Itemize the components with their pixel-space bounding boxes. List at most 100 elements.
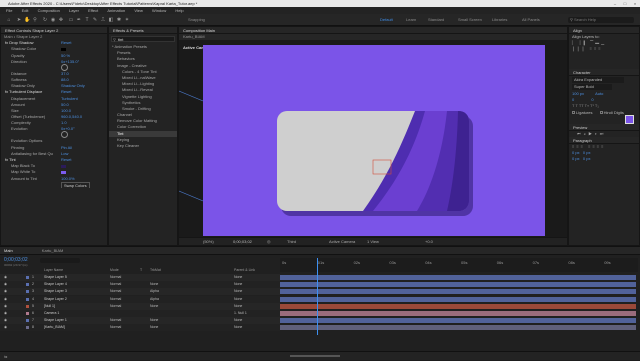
menu-layer[interactable]: Layer bbox=[69, 8, 79, 13]
brush-tool-icon[interactable]: ✎ bbox=[92, 17, 98, 23]
font-family-dropdown[interactable]: Akira Expanded bbox=[572, 76, 624, 83]
timeline-search-input[interactable] bbox=[40, 258, 80, 263]
camera-snapshot-icon[interactable]: ◎ bbox=[267, 238, 271, 246]
layer-row[interactable]: ◉ 6 Camera 1 1. Null 1 bbox=[0, 310, 280, 317]
layer-trkmat[interactable]: None bbox=[150, 324, 158, 331]
label-color[interactable] bbox=[26, 312, 29, 315]
playback-controls[interactable]: ⏮◂▶▸⏭ bbox=[569, 131, 639, 137]
layer-mode[interactable]: Normal bbox=[110, 303, 121, 310]
menu-view[interactable]: View bbox=[134, 8, 143, 13]
layer-parent[interactable]: None bbox=[234, 317, 242, 324]
ligatures-row[interactable]: Ligatures Hindi Digits bbox=[569, 110, 639, 116]
zoom-dropdown[interactable]: (50%) bbox=[203, 238, 214, 246]
rectangle-tool-icon[interactable]: ▭ bbox=[68, 17, 74, 23]
menu-animation[interactable]: Animation bbox=[107, 8, 125, 13]
layer-name[interactable]: Shape Layer 1 bbox=[44, 317, 67, 324]
layer-duration-bar[interactable] bbox=[280, 318, 636, 324]
maximize-icon[interactable]: □ bbox=[620, 0, 630, 7]
comp-canvas[interactable] bbox=[203, 45, 545, 236]
layer-trkmat[interactable]: None bbox=[150, 281, 158, 288]
layer-name[interactable]: Shape Layer 4 bbox=[44, 281, 67, 288]
stamp-tool-icon[interactable]: ⎍ bbox=[100, 17, 106, 23]
roto-tool-icon[interactable]: ✱ bbox=[116, 17, 122, 23]
zoom-slider[interactable] bbox=[290, 355, 340, 357]
layer-mode[interactable]: Normal bbox=[110, 281, 121, 288]
search-help-input[interactable]: Search Help bbox=[568, 17, 634, 23]
effect-row-value[interactable]: 0x+135.0° bbox=[61, 59, 79, 65]
color-swatch[interactable] bbox=[61, 164, 66, 168]
font-style-dropdown[interactable]: Super Bold bbox=[572, 83, 612, 90]
layer-name[interactable]: [Null 1] bbox=[44, 303, 55, 310]
composition-subtab[interactable]: Kartu_BIAM bbox=[179, 34, 567, 40]
ligatures-checkbox[interactable] bbox=[572, 110, 575, 114]
time-ruler[interactable]: 0s 01s 02s 03s 04s 05s 06s 07s 08s 09s bbox=[280, 258, 638, 272]
space-values[interactable]: 0 px 0 px bbox=[569, 156, 639, 162]
type-tool-icon[interactable]: T bbox=[84, 17, 90, 23]
effect-row[interactable]: Direction 0x+135.0° bbox=[1, 59, 107, 71]
menu-edit[interactable]: Edit bbox=[22, 8, 29, 13]
preview-panel-title[interactable]: Preview bbox=[569, 123, 639, 131]
visibility-icon[interactable]: ◉ bbox=[4, 274, 7, 281]
label-color[interactable] bbox=[26, 297, 29, 301]
camera-dropdown[interactable]: Active Camera bbox=[329, 238, 355, 246]
playhead[interactable] bbox=[316, 258, 318, 335]
workspace-small-screen[interactable]: Small Screen bbox=[458, 17, 482, 23]
preset-item[interactable]: Key Cleaner bbox=[109, 143, 177, 149]
workspace-all-panels[interactable]: All Panels bbox=[522, 17, 540, 23]
label-color[interactable] bbox=[26, 326, 29, 330]
col-mode[interactable]: Mode bbox=[110, 268, 119, 273]
home-icon[interactable]: ⌂ bbox=[6, 17, 12, 23]
layer-row[interactable]: ◉ 2 Shape Layer 4 Normal None None bbox=[0, 281, 280, 289]
layer-duration-bar[interactable] bbox=[280, 275, 636, 280]
visibility-icon[interactable]: ◉ bbox=[4, 310, 7, 317]
menu-help[interactable]: Help bbox=[175, 8, 183, 13]
viewer-timecode[interactable]: 0;00;03;02 bbox=[233, 238, 252, 246]
hand-tool-icon[interactable]: ✋ bbox=[24, 17, 30, 23]
visibility-icon[interactable]: ◉ bbox=[4, 296, 7, 303]
layer-trkmat[interactable]: None bbox=[150, 303, 158, 310]
exposure-value[interactable]: +0.0 bbox=[425, 238, 433, 246]
label-color[interactable] bbox=[26, 276, 29, 279]
layer-name[interactable]: Shape Layer 3 bbox=[44, 288, 67, 295]
composition-tab[interactable]: Composition Main bbox=[179, 27, 567, 34]
effects-presets-tab[interactable]: Effects & Presets bbox=[109, 27, 177, 34]
font-size-value[interactable]: 100 px bbox=[572, 91, 584, 96]
visibility-icon[interactable]: ◉ bbox=[4, 303, 7, 310]
layer-name[interactable]: Shape Layer 5 bbox=[44, 274, 67, 281]
effects-search-input[interactable]: ⚲ tint bbox=[111, 36, 175, 42]
fill-color-swatch[interactable] bbox=[625, 115, 634, 124]
resolution-dropdown[interactable]: Third bbox=[287, 238, 296, 246]
toggle-switches-icon[interactable]: ⇆ bbox=[4, 354, 7, 359]
layer-trkmat[interactable]: None bbox=[150, 317, 158, 324]
layer-duration-bar[interactable] bbox=[280, 289, 636, 295]
layer-duration-bar[interactable] bbox=[280, 282, 636, 288]
eraser-tool-icon[interactable]: ◧ bbox=[108, 17, 114, 23]
layer-duration-bar[interactable] bbox=[280, 296, 636, 302]
layer-duration-bar[interactable] bbox=[280, 303, 636, 309]
kerning-value[interactable]: 0 bbox=[572, 97, 574, 102]
layer-name[interactable]: [Kartu_BIAM] bbox=[44, 324, 65, 331]
workspace-standard[interactable]: Standard bbox=[428, 17, 444, 23]
pan-behind-tool-icon[interactable]: ✥ bbox=[58, 17, 64, 23]
effect-row[interactable]: Swap Colors bbox=[1, 181, 107, 188]
hindi-checkbox[interactable] bbox=[599, 110, 603, 114]
zoom-tool-icon[interactable]: ⚲ bbox=[32, 17, 38, 23]
layer-trkmat[interactable]: Alpha bbox=[150, 296, 159, 303]
tracking-value[interactable]: 0 bbox=[591, 97, 593, 102]
layer-row[interactable]: ◉ 8 [Kartu_BIAM] Normal None None bbox=[0, 324, 280, 332]
effect-row-value[interactable]: 0x+0.0° bbox=[61, 126, 75, 132]
col-trkmat[interactable]: TrkMat bbox=[150, 268, 161, 273]
views-dropdown[interactable]: 1 View bbox=[367, 238, 379, 246]
effect-row-value[interactable]: Swap Colors bbox=[61, 181, 90, 188]
effect-row[interactable]: Evolution 0x+0.0° bbox=[1, 126, 107, 139]
layer-name[interactable]: Camera 1 bbox=[44, 310, 59, 317]
label-color[interactable] bbox=[26, 319, 29, 323]
layer-parent[interactable]: None bbox=[234, 288, 242, 295]
menu-window[interactable]: Window bbox=[152, 8, 166, 13]
layer-duration-bar[interactable] bbox=[280, 311, 636, 316]
menu-composition[interactable]: Composition bbox=[38, 8, 60, 13]
visibility-icon[interactable]: ◉ bbox=[4, 288, 7, 295]
layer-row[interactable]: ◉ 4 Shape Layer 2 Normal Alpha None bbox=[0, 295, 280, 303]
layer-parent[interactable]: None bbox=[234, 281, 242, 288]
label-color[interactable] bbox=[26, 283, 29, 287]
